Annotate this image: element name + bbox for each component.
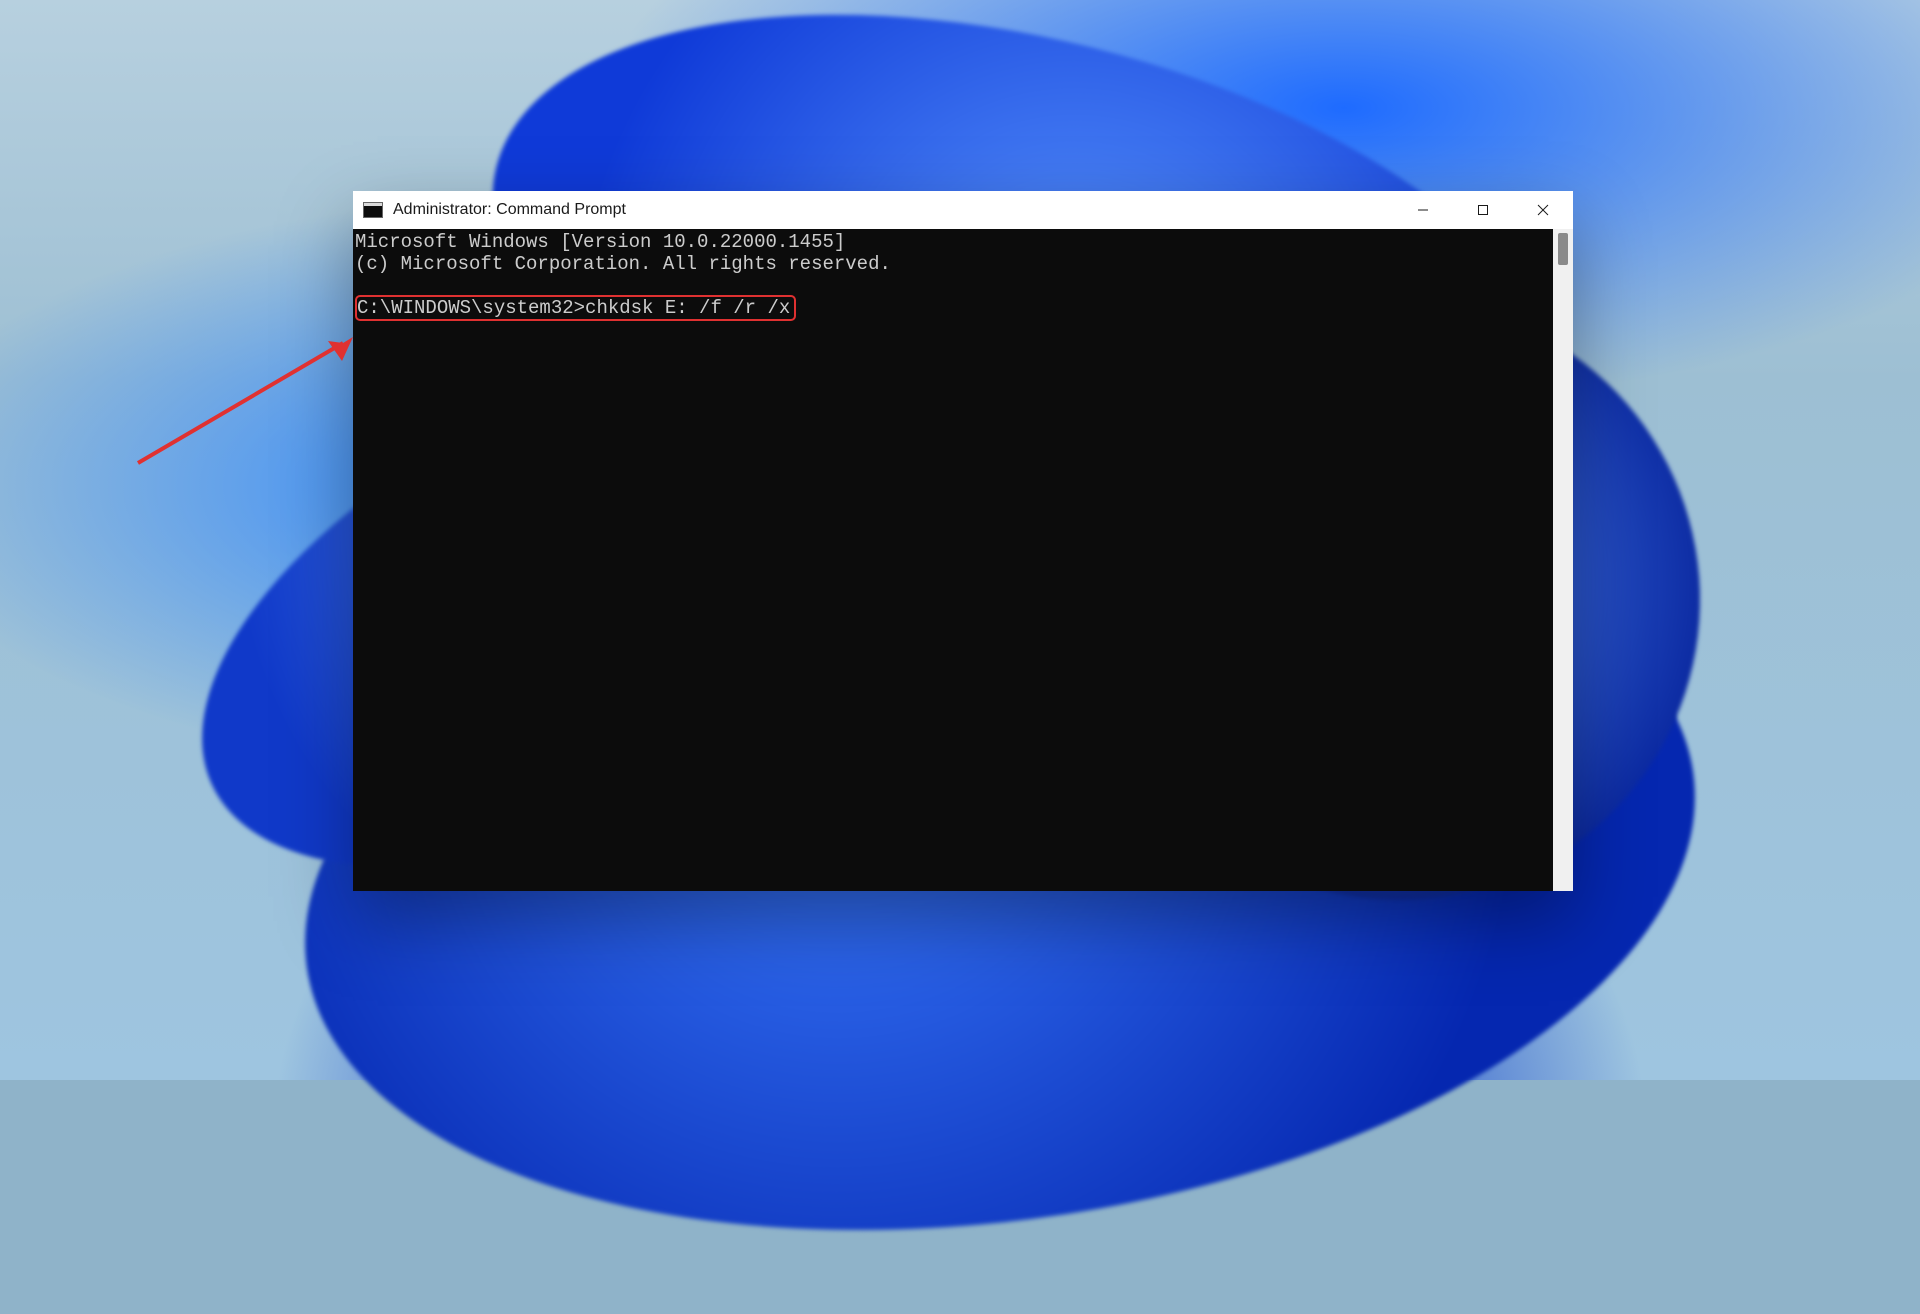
console-output[interactable]: Microsoft Windows [Version 10.0.22000.14… xyxy=(353,229,1553,891)
highlighted-command: C:\WINDOWS\system32>chkdsk E: /f /r /x xyxy=(355,295,796,321)
minimize-icon xyxy=(1417,204,1429,216)
minimize-button[interactable] xyxy=(1393,191,1453,229)
maximize-button[interactable] xyxy=(1453,191,1513,229)
console-line: Microsoft Windows [Version 10.0.22000.14… xyxy=(355,231,845,253)
maximize-icon xyxy=(1477,204,1489,216)
cmd-icon xyxy=(363,202,383,218)
close-button[interactable] xyxy=(1513,191,1573,229)
command-prompt-window[interactable]: Administrator: Command Prompt Microsoft … xyxy=(353,191,1573,891)
scrollbar[interactable] xyxy=(1553,229,1573,891)
close-icon xyxy=(1537,204,1549,216)
window-title: Administrator: Command Prompt xyxy=(393,201,626,219)
console-line: (c) Microsoft Corporation. All rights re… xyxy=(355,253,891,275)
console-area[interactable]: Microsoft Windows [Version 10.0.22000.14… xyxy=(353,229,1573,891)
scroll-thumb[interactable] xyxy=(1558,233,1568,265)
titlebar[interactable]: Administrator: Command Prompt xyxy=(353,191,1573,229)
